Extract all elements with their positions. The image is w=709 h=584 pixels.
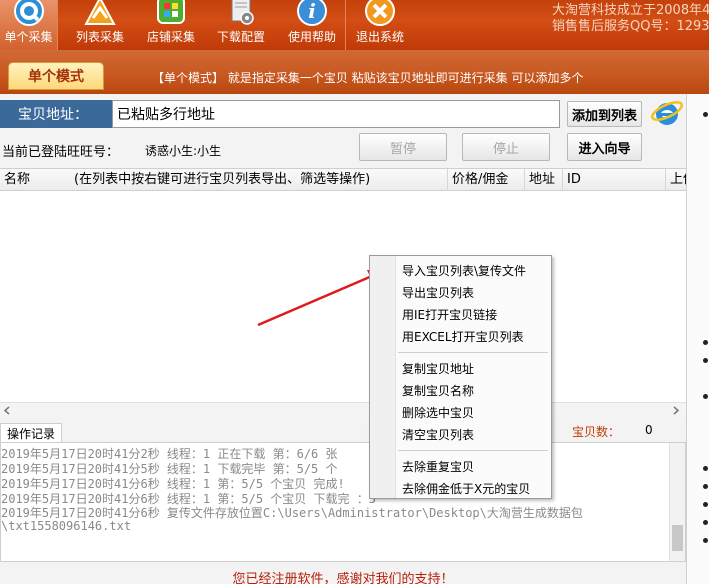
- menu-item-import-list[interactable]: 导入宝贝列表\复传文件: [402, 262, 526, 279]
- menu-item-remove-duplicates[interactable]: 去除重复宝贝: [402, 458, 474, 475]
- menu-item-export-list[interactable]: 导出宝贝列表: [402, 284, 474, 301]
- annotation-arrow-icon: [257, 270, 386, 327]
- menu-item-clear-list[interactable]: 清空宝贝列表: [402, 426, 474, 443]
- context-menu-gutter: [370, 256, 396, 498]
- menu-item-copy-name[interactable]: 复制宝贝名称: [402, 382, 474, 399]
- menu-item-copy-address[interactable]: 复制宝贝地址: [402, 360, 474, 377]
- menu-item-open-in-ie[interactable]: 用IE打开宝贝链接: [402, 306, 497, 323]
- context-menu[interactable]: 导入宝贝列表\复传文件 导出宝贝列表 用IE打开宝贝链接 用EXCEL打开宝贝列…: [369, 255, 552, 499]
- menu-item-remove-low-commission[interactable]: 去除佣金低于X元的宝贝: [402, 480, 530, 497]
- menu-separator: [398, 352, 548, 353]
- menu-item-delete-selected[interactable]: 删除选中宝贝: [402, 404, 474, 421]
- menu-item-open-in-excel[interactable]: 用EXCEL打开宝贝列表: [402, 328, 524, 345]
- menu-separator: [398, 450, 548, 451]
